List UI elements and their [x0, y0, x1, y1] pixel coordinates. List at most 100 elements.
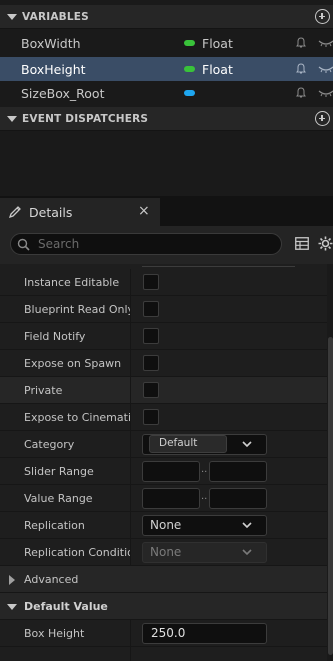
advanced-label: Advanced [24, 573, 79, 586]
column-divider[interactable] [130, 269, 131, 295]
column-divider[interactable] [130, 323, 131, 349]
bell-icon[interactable] [295, 87, 307, 99]
property-row-category: Category Default [0, 431, 327, 458]
property-row-replication: Replication None [0, 512, 327, 539]
property-matrix-icon[interactable] [295, 237, 309, 250]
column-divider[interactable] [130, 539, 131, 565]
search-input[interactable] [38, 235, 278, 253]
property-label: Category [24, 438, 75, 451]
blueprint-read-only-checkbox[interactable] [143, 301, 159, 317]
category-text-field[interactable]: Default [149, 435, 227, 453]
column-divider[interactable] [130, 350, 131, 376]
variable-name: BoxWidth [21, 35, 81, 51]
variable-row-boxwidth[interactable]: BoxWidth Float [0, 31, 333, 55]
clipped-field-edge [142, 264, 295, 267]
float-type-pill-icon [184, 40, 195, 46]
column-divider[interactable] [130, 296, 131, 322]
variable-row-sizebox-root[interactable]: SizeBox_Root [0, 81, 333, 105]
field-notify-checkbox[interactable] [143, 328, 159, 344]
search-icon [17, 238, 30, 251]
replication-condition-value: None [150, 545, 182, 559]
replication-condition-dropdown: None [142, 542, 267, 563]
column-divider[interactable] [130, 485, 131, 511]
details-tab-bar: Details × [0, 196, 333, 226]
event-dispatchers-section-header[interactable]: EVENT DISPATCHERS [0, 107, 333, 131]
value-range-max-input[interactable] [209, 488, 267, 509]
instance-editable-checkbox[interactable] [143, 274, 159, 290]
variables-section-header[interactable]: VARIABLES [0, 5, 333, 29]
property-label: Instance Editable [24, 276, 120, 289]
add-event-dispatcher-icon[interactable] [315, 111, 330, 126]
event-dispatchers-header-label: EVENT DISPATCHERS [22, 112, 149, 125]
search-box[interactable] [10, 233, 282, 255]
box-height-value-input[interactable]: 250.0 [142, 623, 267, 644]
tab-label: Details [29, 204, 73, 220]
default-value-category-row[interactable]: Default Value [0, 593, 327, 620]
slider-range-min-input[interactable] [142, 461, 200, 482]
bell-icon[interactable] [295, 63, 307, 75]
empty-panel-area [0, 131, 333, 196]
property-label: Replication Condition [24, 546, 130, 559]
expand-arrow-icon[interactable] [9, 575, 15, 585]
property-row-private: Private [0, 377, 327, 404]
eye-closed-icon[interactable] [318, 89, 333, 97]
category-value: Default [159, 437, 198, 449]
property-row-box-height: Box Height 250.0 [0, 620, 327, 647]
property-label: Expose on Spawn [24, 357, 122, 370]
value-range-min-input[interactable] [142, 488, 200, 509]
eye-closed-icon[interactable] [318, 39, 333, 47]
range-separator: .. [201, 491, 208, 502]
eye-closed-icon[interactable] [318, 65, 333, 73]
property-row-slider-range: Slider Range .. [0, 458, 327, 485]
bell-icon[interactable] [295, 37, 307, 49]
replication-dropdown[interactable]: None [142, 515, 267, 536]
property-row-blueprint-read-only: Blueprint Read Only [0, 296, 327, 323]
details-scrollbar[interactable] [327, 264, 333, 661]
variable-type[interactable]: Float [202, 36, 233, 51]
chevron-down-icon [242, 522, 252, 529]
category-combo[interactable]: Default [142, 434, 267, 455]
private-checkbox[interactable] [143, 382, 159, 398]
slider-range-max-input[interactable] [209, 461, 267, 482]
chevron-down-icon [242, 549, 252, 556]
range-separator: .. [201, 464, 208, 475]
add-variable-icon[interactable] [315, 9, 330, 24]
chevron-down-icon[interactable] [242, 439, 252, 449]
property-row-expose-to-cinematics: Expose to Cinematics [0, 404, 327, 431]
expose-on-spawn-checkbox[interactable] [143, 355, 159, 371]
property-row-instance-editable: Instance Editable [0, 269, 327, 296]
collapse-arrow-icon[interactable] [7, 604, 17, 610]
tab-details[interactable]: Details × [0, 198, 160, 226]
advanced-category-row[interactable]: Advanced [0, 566, 327, 593]
variable-name: SizeBox_Root [21, 85, 105, 101]
collapse-arrow-icon[interactable] [7, 13, 17, 20]
column-divider[interactable] [130, 512, 131, 538]
gear-icon[interactable] [318, 236, 333, 251]
variable-name: BoxHeight [21, 61, 86, 77]
details-pencil-icon [8, 206, 21, 219]
property-row-field-notify: Field Notify [0, 323, 327, 350]
column-divider[interactable] [130, 620, 131, 646]
column-divider[interactable] [130, 377, 131, 403]
property-label: Field Notify [24, 330, 86, 343]
column-divider[interactable] [130, 404, 131, 430]
column-divider[interactable] [130, 647, 131, 661]
close-tab-icon[interactable]: × [138, 203, 150, 219]
variable-type[interactable]: Float [202, 62, 233, 77]
variable-row-boxheight[interactable]: BoxHeight Float [0, 57, 333, 81]
column-divider[interactable] [130, 431, 131, 457]
scrollbar-thumb[interactable] [328, 337, 333, 655]
property-row-replication-condition: Replication Condition None [0, 539, 327, 566]
property-label: Expose to Cinematics [24, 411, 130, 424]
property-label: Replication [24, 519, 85, 532]
property-label: Blueprint Read Only [24, 303, 130, 316]
property-row-expose-on-spawn: Expose on Spawn [0, 350, 327, 377]
collapse-arrow-icon[interactable] [7, 115, 17, 122]
property-label: Value Range [24, 492, 93, 505]
column-divider[interactable] [130, 458, 131, 484]
expose-to-cinematics-checkbox[interactable] [143, 409, 159, 425]
variables-header-label: VARIABLES [22, 10, 89, 23]
object-type-pill-icon [184, 90, 195, 96]
default-value-header: Default Value [24, 600, 108, 613]
details-search-bar [0, 226, 333, 264]
